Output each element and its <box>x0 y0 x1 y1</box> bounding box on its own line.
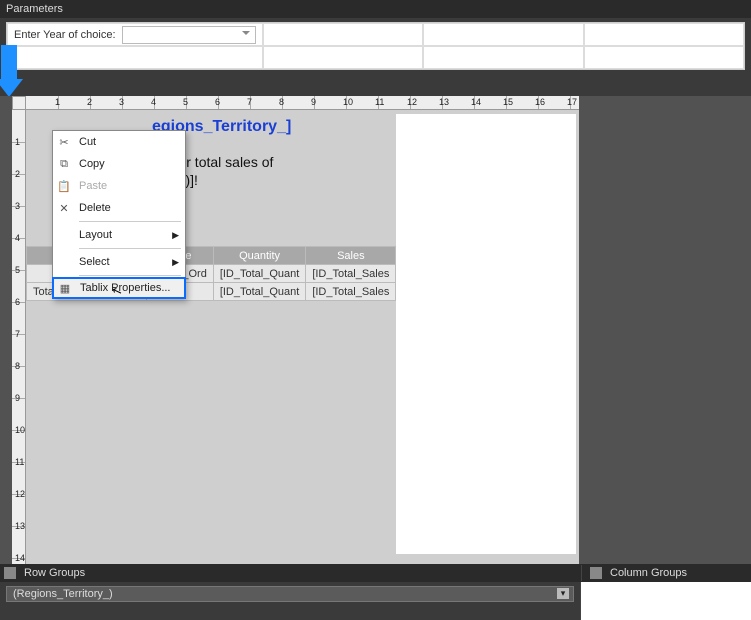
param-cell-empty[interactable] <box>263 23 423 46</box>
paste-icon: 📋 <box>57 179 71 193</box>
menu-tablix-label: Tablix Properties... <box>80 282 170 294</box>
menu-paste-label: Paste <box>79 180 107 192</box>
groups-toolbar: Row Groups Column Groups <box>0 564 751 582</box>
column-groups-label: Column Groups <box>606 565 691 581</box>
param-dropdown-year[interactable] <box>122 26 256 44</box>
menu-cut[interactable]: ✂ Cut <box>53 131 185 153</box>
menu-select-label: Select <box>79 256 110 268</box>
column-groups-icon <box>590 567 602 579</box>
copy-icon: ⧉ <box>57 157 71 171</box>
param-cell-empty[interactable] <box>7 46 263 69</box>
column-groups-body[interactable] <box>580 582 751 620</box>
menu-copy[interactable]: ⧉ Copy <box>53 153 185 175</box>
menu-separator <box>79 248 181 249</box>
submenu-arrow-icon: ▶ <box>172 257 179 268</box>
menu-cut-label: Cut <box>79 136 96 148</box>
row-group-name: (Regions_Territory_) <box>13 588 113 600</box>
param-cell-empty[interactable] <box>584 23 744 46</box>
context-menu: ✂ Cut ⧉ Copy 📋 Paste ✕ Delete Layout ▶ <box>52 130 186 299</box>
parameters-grid: Enter Year of choice: <box>6 22 745 70</box>
groups-body: (Regions_Territory_) <box>0 582 751 620</box>
tablix-icon: ▦ <box>58 281 72 295</box>
parameters-title: Parameters <box>6 3 63 15</box>
menu-separator <box>79 275 181 276</box>
vertical-ruler: 1234567891011121314 <box>12 110 26 564</box>
param-cell-empty[interactable] <box>423 46 583 69</box>
annotation-arrow-icon <box>1 45 23 97</box>
param-cell-empty[interactable] <box>263 46 423 69</box>
horizontal-ruler: 1234567891011121314151617 <box>26 96 579 110</box>
param-label-year: Enter Year of choice: <box>14 29 116 41</box>
param-cell-empty[interactable] <box>584 46 744 69</box>
report-canvas[interactable]: ✂ Cut ⧉ Copy 📋 Paste ✕ Delete Layout ▶ <box>26 110 579 564</box>
row-groups-icon <box>4 567 16 579</box>
delete-icon: ✕ <box>57 201 71 215</box>
menu-layout-label: Layout <box>79 229 112 241</box>
param-cell-empty[interactable] <box>423 23 583 46</box>
row-group-item[interactable]: (Regions_Territory_) <box>6 586 574 602</box>
menu-paste: 📋 Paste <box>53 175 185 197</box>
menu-separator <box>79 221 181 222</box>
param-cell-year: Enter Year of choice: <box>7 23 263 46</box>
row-groups-label: Row Groups <box>20 565 89 581</box>
scissors-icon: ✂ <box>57 135 71 149</box>
design-surface: 1234567891011121314151617 12345678910111… <box>0 96 751 564</box>
column-groups-section: Column Groups <box>581 565 751 581</box>
menu-copy-label: Copy <box>79 158 105 170</box>
menu-tablix-properties[interactable]: ▦ Tablix Properties... ↖ <box>52 277 186 299</box>
menu-delete-label: Delete <box>79 202 111 214</box>
parameters-panel-header: Parameters <box>0 0 751 18</box>
menu-delete[interactable]: ✕ Delete <box>53 197 185 219</box>
page-right-area <box>396 114 576 554</box>
ruler-corner <box>12 96 26 110</box>
submenu-arrow-icon: ▶ <box>172 230 179 241</box>
menu-layout[interactable]: Layout ▶ <box>53 224 185 246</box>
menu-select[interactable]: Select ▶ <box>53 251 185 273</box>
